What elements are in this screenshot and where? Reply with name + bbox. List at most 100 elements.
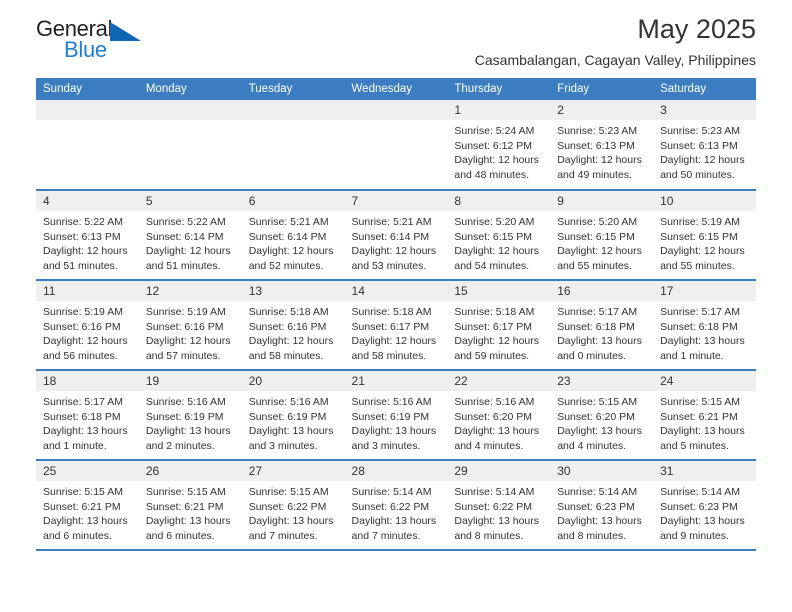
sunset-text: Sunset: 6:19 PM (248, 410, 327, 423)
day-cell[interactable]: 3 Sunrise: 5:23 AM Sunset: 6:13 PM Daylight… (653, 100, 756, 191)
day-cell[interactable]: 19 Sunrise: 5:16 AM Sunset: 6:19 PM Dayligh… (138, 370, 242, 461)
day-cell[interactable]: 20 Sunrise: 5:16 AM Sunset: 6:19 PM Dayligh… (241, 370, 345, 461)
sunset-text: Sunset: 6:12 PM (454, 139, 533, 152)
day-cell[interactable] (36, 100, 139, 191)
day-cell[interactable] (241, 100, 345, 191)
day-cell[interactable]: 6 Sunrise: 5:21 AM Sunset: 6:14 PM Daylight… (241, 190, 345, 281)
day-number (36, 100, 139, 120)
day-cell[interactable]: 15 Sunrise: 5:18 AM Sunset: 6:17 PM Dayligh… (447, 280, 551, 371)
daylight-text-line1: Daylight: 13 hours (660, 425, 745, 438)
daylight-text-line2: and 8 minutes. (557, 529, 627, 542)
day-cell[interactable]: 12 Sunrise: 5:19 AM Sunset: 6:16 PM Dayligh… (138, 280, 242, 371)
day-cell[interactable]: 24 Sunrise: 5:15 AM Sunset: 6:21 PM Dayligh… (653, 370, 756, 461)
sunset-text: Sunset: 6:13 PM (557, 139, 635, 152)
daylight-text-line1: Daylight: 12 hours (454, 335, 540, 348)
daylight-text-line1: Daylight: 13 hours (660, 515, 745, 528)
day-cell[interactable]: 14 Sunrise: 5:18 AM Sunset: 6:17 PM Dayligh… (344, 280, 448, 371)
weekday-header-sunday: Sunday (36, 78, 139, 100)
daylight-text-line2: and 7 minutes. (248, 529, 318, 542)
daylight-text-line1: Daylight: 13 hours (454, 425, 540, 438)
day-number: 20 (241, 371, 345, 391)
day-cell[interactable]: 16 Sunrise: 5:17 AM Sunset: 6:18 PM Dayligh… (550, 280, 654, 371)
day-cell[interactable]: 23 Sunrise: 5:15 AM Sunset: 6:20 PM Dayligh… (550, 370, 654, 461)
daylight-text-line2: and 6 minutes. (145, 529, 215, 542)
daylight-text-line1: Daylight: 13 hours (145, 425, 231, 438)
day-number: 28 (344, 461, 448, 481)
logo-text-blue: Blue (64, 37, 107, 62)
day-cell[interactable]: 22 Sunrise: 5:16 AM Sunset: 6:20 PM Dayligh… (447, 370, 551, 461)
day-number: 21 (344, 371, 448, 391)
sunset-text: Sunset: 6:22 PM (454, 500, 533, 513)
day-cell[interactable]: 5 Sunrise: 5:22 AM Sunset: 6:14 PM Daylight… (138, 190, 242, 281)
day-cell[interactable]: 29 Sunrise: 5:14 AM Sunset: 6:22 PM Dayligh… (447, 460, 551, 551)
daylight-text-line2: and 3 minutes. (248, 439, 318, 452)
day-cell[interactable]: 21 Sunrise: 5:16 AM Sunset: 6:19 PM Dayligh… (344, 370, 448, 461)
day-number: 13 (241, 281, 345, 301)
daylight-text-line2: and 51 minutes. (43, 259, 118, 272)
daylight-text-line2: and 4 minutes. (557, 439, 627, 452)
week-row: 1 Sunrise: 5:24 AM Sunset: 6:12 PM Daylight… (36, 100, 756, 191)
day-number: 7 (344, 191, 448, 211)
day-cell[interactable]: 25 Sunrise: 5:15 AM Sunset: 6:21 PM Dayligh… (36, 460, 139, 551)
general-blue-logo[interactable]: General Blue (36, 16, 156, 64)
daylight-text-line2: and 1 minute. (43, 439, 107, 452)
daylight-text-line1: Daylight: 13 hours (351, 425, 437, 438)
daylight-text-line1: Daylight: 13 hours (43, 425, 128, 438)
day-cell[interactable]: 31 Sunrise: 5:14 AM Sunset: 6:23 PM Dayligh… (653, 460, 756, 551)
day-cell[interactable]: 7 Sunrise: 5:21 AM Sunset: 6:14 PM Daylight… (344, 190, 448, 281)
sunrise-text: Sunrise: 5:19 AM (43, 306, 123, 318)
day-cell[interactable] (138, 100, 242, 191)
day-cell[interactable]: 13 Sunrise: 5:18 AM Sunset: 6:16 PM Dayligh… (241, 280, 345, 371)
day-number: 29 (447, 461, 551, 481)
day-number (344, 100, 448, 120)
sunrise-text: Sunrise: 5:15 AM (43, 486, 123, 498)
day-cell[interactable] (344, 100, 448, 191)
daylight-text-line2: and 59 minutes. (454, 349, 530, 362)
daylight-text-line2: and 1 minute. (660, 349, 724, 362)
day-cell[interactable]: 4 Sunrise: 5:22 AM Sunset: 6:13 PM Daylight… (36, 190, 139, 281)
day-cell[interactable]: 10 Sunrise: 5:19 AM Sunset: 6:15 PM Dayligh… (653, 190, 756, 281)
sunset-text: Sunset: 6:15 PM (454, 230, 533, 243)
sunrise-text: Sunrise: 5:18 AM (454, 306, 535, 318)
calendar-page: General Blue May 2025 Casambalangan, Cag… (0, 0, 792, 612)
daylight-text-line1: Daylight: 12 hours (145, 245, 231, 258)
day-number: 4 (36, 191, 139, 211)
day-number: 26 (138, 461, 242, 481)
sunrise-text: Sunrise: 5:17 AM (43, 396, 123, 408)
daylight-text-line1: Daylight: 12 hours (248, 245, 334, 258)
day-cell[interactable]: 11 Sunrise: 5:19 AM Sunset: 6:16 PM Dayligh… (36, 280, 139, 371)
day-number: 19 (138, 371, 242, 391)
day-cell[interactable]: 26 Sunrise: 5:15 AM Sunset: 6:21 PM Dayligh… (138, 460, 242, 551)
day-number: 3 (653, 100, 756, 120)
sunrise-text: Sunrise: 5:15 AM (660, 396, 741, 408)
sunset-text: Sunset: 6:14 PM (248, 230, 327, 243)
weekday-header-monday: Monday (138, 78, 242, 100)
day-number: 8 (447, 191, 551, 211)
day-cell[interactable]: 28 Sunrise: 5:14 AM Sunset: 6:22 PM Dayligh… (344, 460, 448, 551)
day-cell[interactable]: 30 Sunrise: 5:14 AM Sunset: 6:23 PM Dayligh… (550, 460, 654, 551)
day-cell[interactable]: 1 Sunrise: 5:24 AM Sunset: 6:12 PM Daylight… (447, 100, 551, 191)
sunrise-text: Sunrise: 5:14 AM (454, 486, 535, 498)
sunset-text: Sunset: 6:21 PM (43, 500, 121, 513)
sunrise-text: Sunrise: 5:15 AM (557, 396, 638, 408)
sunrise-text: Sunrise: 5:22 AM (145, 216, 226, 228)
day-cell[interactable]: 9 Sunrise: 5:20 AM Sunset: 6:15 PM Daylight… (550, 190, 654, 281)
sunrise-text: Sunrise: 5:17 AM (557, 306, 638, 318)
day-cell[interactable]: 17 Sunrise: 5:17 AM Sunset: 6:18 PM Dayligh… (653, 280, 756, 371)
weekday-header-row: Sunday Monday Tuesday Wednesday Thursday… (36, 78, 756, 100)
daylight-text-line1: Daylight: 13 hours (43, 515, 128, 528)
day-number: 15 (447, 281, 551, 301)
sunrise-text: Sunrise: 5:19 AM (660, 216, 741, 228)
daylight-text-line1: Daylight: 12 hours (454, 245, 540, 258)
weekday-header-tuesday: Tuesday (241, 78, 345, 100)
daylight-text-line2: and 6 minutes. (43, 529, 112, 542)
sunrise-sunset-calendar: Sunday Monday Tuesday Wednesday Thursday… (36, 78, 756, 551)
day-cell[interactable]: 18 Sunrise: 5:17 AM Sunset: 6:18 PM Dayligh… (36, 370, 139, 461)
sunset-text: Sunset: 6:23 PM (557, 500, 635, 513)
sunrise-text: Sunrise: 5:17 AM (660, 306, 741, 318)
week-row: 11 Sunrise: 5:19 AM Sunset: 6:16 PM Dayligh… (36, 280, 756, 371)
day-cell[interactable]: 8 Sunrise: 5:20 AM Sunset: 6:15 PM Daylight… (447, 190, 551, 281)
day-cell[interactable]: 2 Sunrise: 5:23 AM Sunset: 6:13 PM Daylight… (550, 100, 654, 191)
daylight-text-line2: and 58 minutes. (248, 349, 324, 362)
day-cell[interactable]: 27 Sunrise: 5:15 AM Sunset: 6:22 PM Dayligh… (241, 460, 345, 551)
